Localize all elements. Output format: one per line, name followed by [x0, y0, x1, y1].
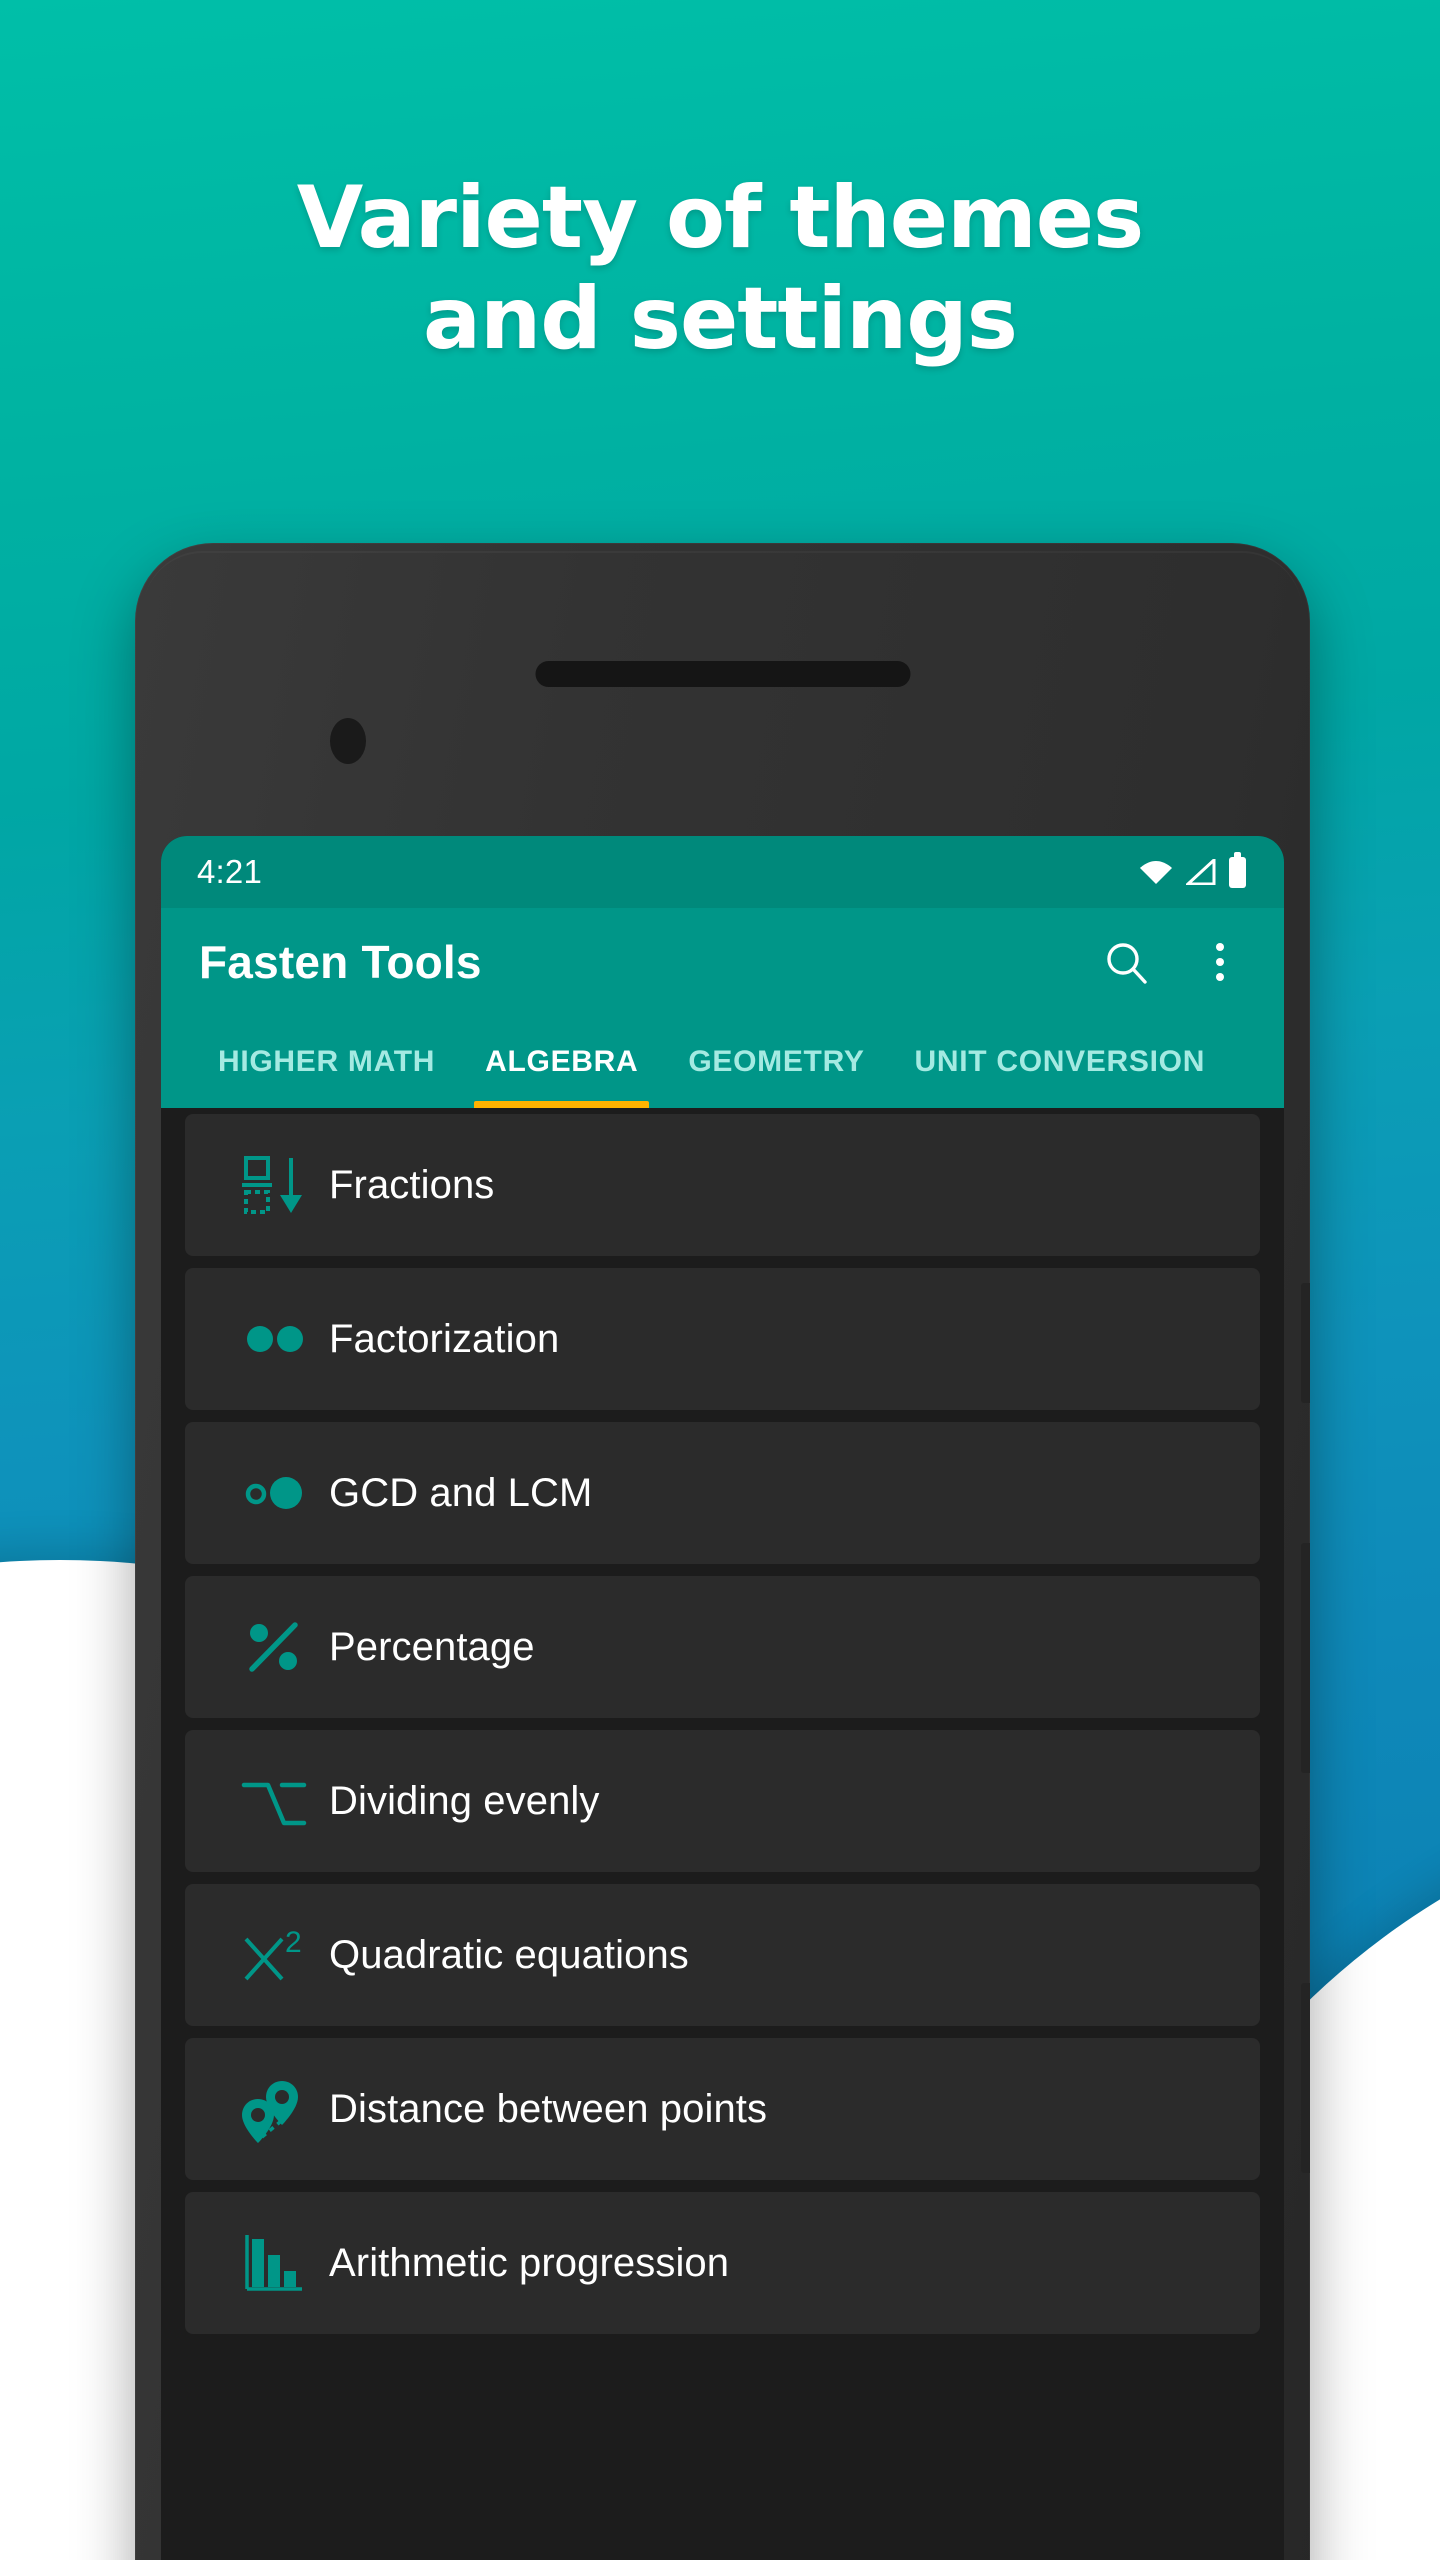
list-item[interactable]: 2 Quadratic equations [185, 1884, 1260, 2026]
tab-bar[interactable]: HIGHER MATH ALGEBRA GEOMETRY UNIT CONVER… [161, 1016, 1284, 1108]
overflow-dots [1216, 943, 1224, 981]
promo-canvas: Variety of themes and settings 4:21 Fast… [0, 0, 1440, 2560]
tab-higher-math[interactable]: HIGHER MATH [193, 1016, 460, 1108]
battery-icon [1229, 851, 1246, 888]
list-item-label: Distance between points [329, 2086, 768, 2131]
overflow-menu-icon[interactable] [1192, 934, 1248, 990]
search-icon[interactable] [1098, 934, 1154, 990]
list-item[interactable]: Arithmetic progression [185, 2192, 1260, 2334]
headline-line-1: Variety of themes [296, 168, 1144, 268]
list-item-label: Arithmetic progression [329, 2240, 730, 2285]
list-item[interactable]: Factorization [185, 1268, 1260, 1410]
phone-volume-button[interactable] [1301, 1543, 1310, 1773]
tab-label: ALGEBRA [485, 1045, 639, 1078]
bar-chart-icon [219, 2227, 329, 2299]
ring-and-circle-icon [219, 1457, 329, 1529]
app-bar-actions [1098, 934, 1248, 990]
tab-unit-conversion[interactable]: UNIT CONVERSION [890, 1016, 1231, 1108]
phone-screen: 4:21 Fasten Tools HIGHER MATH ALGEBRA GE… [161, 836, 1284, 2560]
long-division-icon [219, 1765, 329, 1837]
list-item[interactable]: Dividing evenly [185, 1730, 1260, 1872]
list-item-label: Dividing evenly [329, 1778, 600, 1823]
status-bar-clock: 4:21 [197, 853, 263, 890]
list-item-label: Factorization [329, 1316, 560, 1361]
list-item-label: Quadratic equations [329, 1932, 689, 1977]
status-bar-icons [1139, 851, 1246, 888]
wifi-icon [1139, 859, 1173, 885]
tab-geometry[interactable]: GEOMETRY [663, 1016, 889, 1108]
fractions-icon [219, 1149, 329, 1221]
tab-label: HIGHER MATH [218, 1045, 436, 1078]
phone-earpiece-speaker [535, 661, 910, 687]
tool-list[interactable]: Fractions Factorization GCD and LCM Perc… [161, 1108, 1284, 2560]
list-item-label: GCD and LCM [329, 1470, 593, 1515]
list-item[interactable]: Distance between points [185, 2038, 1260, 2180]
list-item[interactable]: Percentage [185, 1576, 1260, 1718]
signal-icon [1186, 859, 1216, 885]
map-pins-icon [219, 2073, 329, 2145]
phone-side-button-top[interactable] [1301, 1283, 1310, 1403]
phone-power-button[interactable] [1301, 1983, 1310, 2173]
tab-label: UNIT CONVERSION [914, 1045, 1206, 1078]
list-item[interactable]: Fractions [185, 1114, 1260, 1256]
percent-icon [219, 1611, 329, 1683]
tab-algebra[interactable]: ALGEBRA [460, 1016, 663, 1108]
two-circles-icon [219, 1303, 329, 1375]
phone-bezel-highlight [143, 551, 1302, 611]
x-squared-icon: 2 [219, 1919, 329, 1991]
svg-text:2: 2 [285, 1926, 302, 1959]
list-item-label: Fractions [329, 1162, 495, 1207]
tab-label: GEOMETRY [688, 1045, 865, 1078]
promo-headline: Variety of themes and settings [0, 168, 1440, 369]
phone-mockup: 4:21 Fasten Tools HIGHER MATH ALGEBRA GE… [135, 543, 1310, 2560]
app-title: Fasten Tools [199, 936, 482, 988]
list-item[interactable]: GCD and LCM [185, 1422, 1260, 1564]
status-bar: 4:21 [161, 836, 1284, 908]
phone-front-camera-icon [330, 718, 366, 764]
headline-line-2: and settings [423, 268, 1018, 369]
list-item-label: Percentage [329, 1624, 535, 1669]
app-bar: Fasten Tools [161, 908, 1284, 1016]
